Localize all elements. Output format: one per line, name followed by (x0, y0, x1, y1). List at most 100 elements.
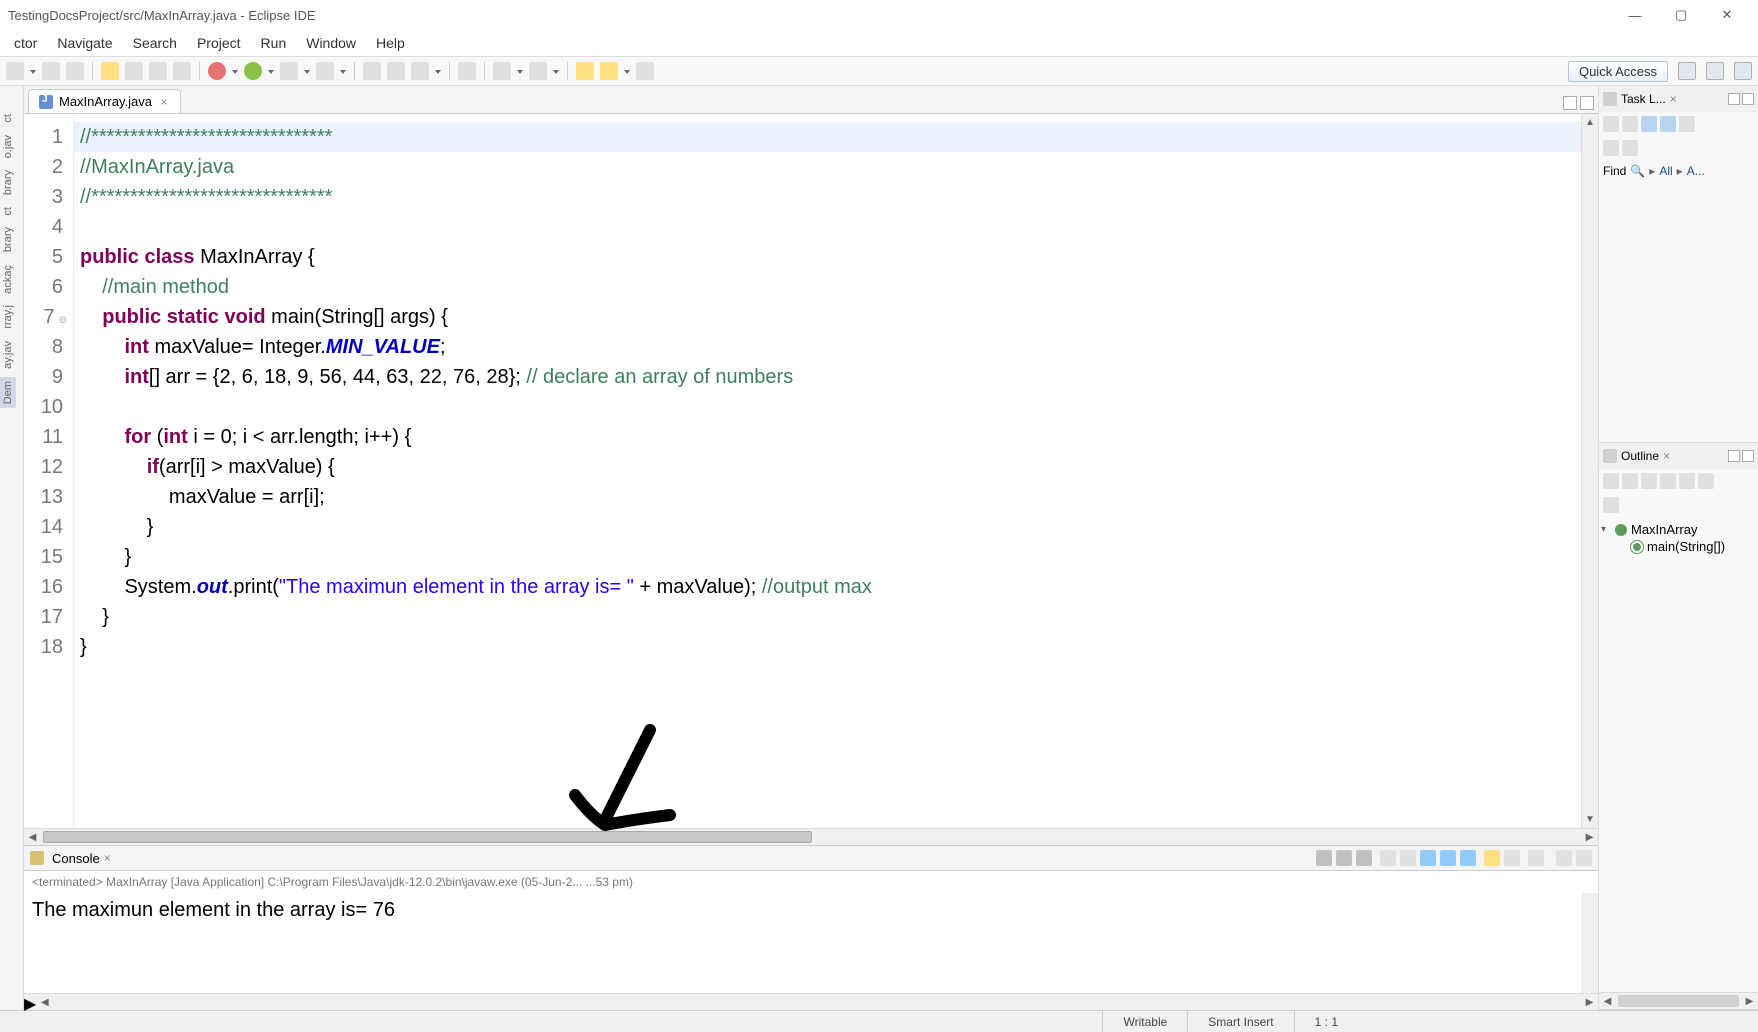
link-editor-icon[interactable] (1603, 497, 1619, 513)
focus-active-icon[interactable] (1698, 473, 1714, 489)
debug-dropdown[interactable] (232, 62, 238, 80)
window-maximize-button[interactable]: ▢ (1658, 0, 1704, 30)
editor-tab-close-icon[interactable]: × (158, 96, 170, 108)
tasklist-minimize-icon[interactable] (1728, 93, 1740, 105)
fwd-dropdown[interactable] (624, 62, 630, 80)
open-type-icon[interactable] (411, 62, 429, 80)
ext-dropdown[interactable] (340, 62, 346, 80)
perspective-open-icon[interactable] (1678, 62, 1696, 80)
outline-scroll-right-icon[interactable]: ▶ (1741, 993, 1758, 1009)
code-line[interactable]: for (int i = 0; i < arr.length; i++) { (74, 422, 1581, 452)
build-icon[interactable] (101, 62, 119, 80)
console-tab[interactable]: Console × (30, 851, 116, 866)
scroll-down-icon[interactable]: ▼ (1582, 811, 1598, 828)
coverage-icon[interactable] (280, 62, 298, 80)
code-line[interactable]: maxValue = arr[i]; (74, 482, 1581, 512)
view-menu-icon[interactable] (1622, 140, 1638, 156)
task-list-content[interactable] (1599, 182, 1758, 442)
next-annotation-icon[interactable] (493, 62, 511, 80)
new-dropdown[interactable] (30, 62, 36, 80)
outline-close-icon[interactable]: × (1663, 449, 1670, 463)
console-scroll-left-icon[interactable]: ◀ (36, 994, 53, 1010)
sort-icon[interactable] (1603, 473, 1619, 489)
debug-icon[interactable] (208, 62, 226, 80)
code-line[interactable]: //******************************* (74, 122, 1581, 152)
editor-maximize-icon[interactable] (1580, 96, 1594, 110)
code-line[interactable]: int[] arr = {2, 6, 18, 9, 56, 44, 63, 22… (74, 362, 1581, 392)
find-activate-link[interactable]: A... (1687, 164, 1705, 178)
find-all-link[interactable]: All (1659, 164, 1672, 178)
outline-tree[interactable]: ▾ MaxInArray main(String[]) (1599, 517, 1758, 559)
display-select-icon[interactable] (1504, 850, 1520, 866)
left-trim-item[interactable]: Dem (0, 377, 16, 408)
menu-ctor[interactable]: ctor (4, 33, 47, 53)
code-line[interactable]: System.out.print("The maximun element in… (74, 572, 1581, 602)
code-line[interactable]: int maxValue= Integer.MIN_VALUE; (74, 332, 1581, 362)
categorize-icon[interactable] (1660, 116, 1676, 132)
outline-scroll-left-icon[interactable]: ◀ (1599, 993, 1616, 1009)
outline-class-node[interactable]: ▾ MaxInArray (1601, 521, 1756, 538)
scroll-up-icon[interactable]: ▲ (1582, 114, 1598, 131)
clear-console-icon[interactable] (1380, 850, 1396, 866)
left-trim-item[interactable]: ct (0, 110, 16, 127)
opentype-dropdown[interactable] (435, 62, 441, 80)
code-line[interactable]: } (74, 542, 1581, 572)
sync-icon[interactable] (1622, 116, 1638, 132)
scroll-right-icon[interactable]: ▶ (1581, 832, 1598, 843)
menu-project[interactable]: Project (187, 33, 251, 53)
external-tools-icon[interactable] (316, 62, 334, 80)
save-icon[interactable] (42, 62, 60, 80)
code-line[interactable] (74, 392, 1581, 422)
left-trim-stack[interactable]: cto.javbraryctbraryackaçrray.jay.javDem (0, 86, 24, 1010)
back-icon[interactable] (576, 62, 594, 80)
hide-local-icon[interactable] (1679, 473, 1695, 489)
focus-icon[interactable] (1679, 116, 1695, 132)
save-all-icon[interactable] (66, 62, 84, 80)
new-icon[interactable] (6, 62, 24, 80)
coverage-dropdown[interactable] (304, 62, 310, 80)
console-scroll-right-icon[interactable]: ▶ (1581, 994, 1598, 1010)
code-line[interactable]: } (74, 512, 1581, 542)
code-line[interactable]: //main method (74, 272, 1581, 302)
editor-horizontal-scrollbar[interactable]: ◀ ▶ (24, 828, 1598, 845)
left-trim-item[interactable]: rray.j (0, 301, 16, 333)
left-trim-item[interactable]: ay.jav (0, 337, 16, 373)
prev-annotation-icon[interactable] (529, 62, 547, 80)
prev-dropdown[interactable] (553, 62, 559, 80)
console-maximize-icon[interactable] (1576, 850, 1592, 866)
code-line[interactable]: if(arr[i] > maxValue) { (74, 452, 1581, 482)
code-line[interactable]: } (74, 602, 1581, 632)
left-trim-item[interactable]: o.jav (0, 131, 16, 162)
code-line[interactable] (74, 212, 1581, 242)
tasklist-close-icon[interactable]: × (1670, 92, 1677, 106)
perspective-debug-icon[interactable] (1734, 62, 1752, 80)
left-trim-item[interactable]: ct (0, 203, 16, 220)
pin-editor-icon[interactable] (636, 62, 654, 80)
show-view-icon[interactable]: ▶ (24, 994, 36, 1010)
next-dropdown[interactable] (517, 62, 523, 80)
run-dropdown[interactable] (268, 62, 274, 80)
scrollbar-thumb[interactable] (43, 831, 812, 843)
console-horizontal-scrollbar[interactable]: ▶ ◀ ▶ (24, 993, 1598, 1010)
new-class-icon[interactable] (363, 62, 381, 80)
toggle-breadcrumb-icon[interactable] (125, 62, 143, 80)
scroll-left-icon[interactable]: ◀ (24, 832, 41, 843)
code-line[interactable]: public static void main(String[] args) { (74, 302, 1581, 332)
menu-search[interactable]: Search (123, 33, 187, 53)
toggle-mark-icon[interactable] (149, 62, 167, 80)
new-package-icon[interactable] (387, 62, 405, 80)
outline-maximize-icon[interactable] (1742, 450, 1754, 462)
left-trim-item[interactable]: brary (0, 166, 16, 199)
console-tab-close-icon[interactable]: × (104, 851, 116, 865)
outline-scroll-thumb[interactable] (1618, 995, 1739, 1007)
console-vertical-scrollbar[interactable] (1581, 893, 1598, 993)
terminate-icon[interactable] (1316, 850, 1332, 866)
code-editor[interactable]: 123456789101112131415161718 //**********… (24, 114, 1598, 828)
menu-window[interactable]: Window (296, 33, 366, 53)
code-line[interactable]: //******************************* (74, 182, 1581, 212)
remove-launch-icon[interactable] (1336, 850, 1352, 866)
forward-icon[interactable] (600, 62, 618, 80)
menu-run[interactable]: Run (251, 33, 297, 53)
tasklist-maximize-icon[interactable] (1742, 93, 1754, 105)
tree-collapse-icon[interactable]: ▾ (1601, 524, 1611, 535)
